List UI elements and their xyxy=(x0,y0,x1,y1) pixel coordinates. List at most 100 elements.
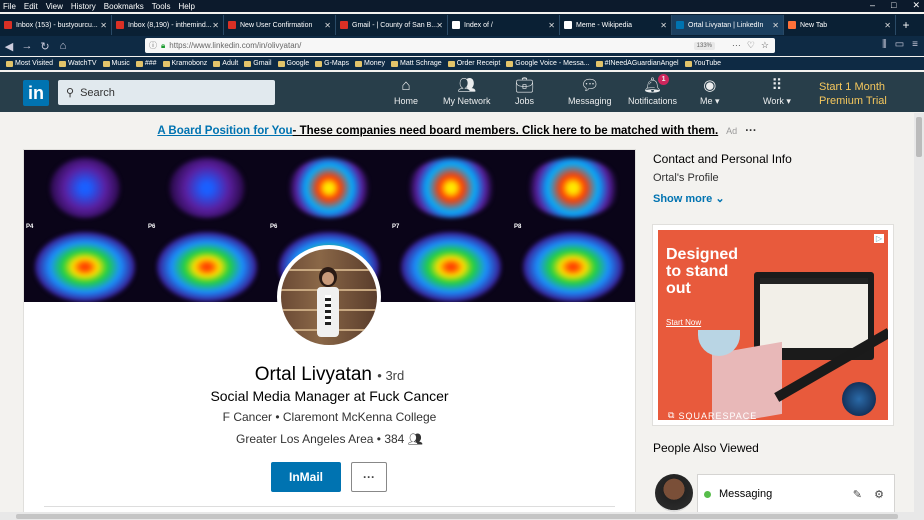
horizontal-scrollbar[interactable] xyxy=(0,512,914,520)
close-tab-icon[interactable]: ✕ xyxy=(324,21,331,30)
bookmark-item[interactable]: Music xyxy=(102,60,130,67)
page-actions-icon[interactable]: ··· xyxy=(732,40,741,51)
menu-file[interactable]: File xyxy=(2,2,17,11)
menu-icon[interactable]: ≡ xyxy=(912,39,918,50)
close-tab-icon[interactable]: ✕ xyxy=(660,21,667,30)
menu-help[interactable]: Help xyxy=(177,2,195,11)
nav-bell[interactable]: 🔔︎ 1 Notifications xyxy=(628,74,677,106)
bookmark-folder-icon xyxy=(244,60,252,67)
ad-more-button[interactable]: ··· xyxy=(745,125,757,137)
bookmark-star-icon[interactable]: ☆ xyxy=(761,40,769,51)
show-more-link[interactable]: Show more ⌄ xyxy=(653,192,893,205)
contact-info-subtitle: Ortal's Profile xyxy=(653,172,719,184)
sidebar-icon[interactable]: ▭ xyxy=(895,39,904,50)
vertical-scrollbar-thumb[interactable] xyxy=(916,117,922,157)
bookmark-folder-icon xyxy=(162,60,170,67)
bookmark-label: Adult xyxy=(222,60,239,67)
tab-label: Inbox (153) - bustyourcu... xyxy=(16,21,98,29)
menu-view[interactable]: View xyxy=(45,2,64,11)
more-actions-button[interactable]: ··· xyxy=(351,462,387,492)
bookmark-label: Matt Schrage xyxy=(400,60,442,67)
profile-photo[interactable] xyxy=(277,245,381,349)
ad-banner-text[interactable]: - These companies need board members. Cl… xyxy=(293,125,719,137)
close-tab-icon[interactable]: ✕ xyxy=(548,21,555,30)
url-bar[interactable]: ⓘ 🔒︎ https://www.linkedin.com/in/olivyat… xyxy=(145,38,775,53)
search-input[interactable]: ⚲ Search xyxy=(58,80,275,105)
sidebar-ad-card[interactable]: ▷ Designed to stand out Start Now ⧉ SQUAR… xyxy=(653,225,893,425)
nav-home[interactable]: ⌂ Home xyxy=(394,78,418,107)
bookmark-item[interactable]: Order Receipt xyxy=(447,60,500,67)
bookmark-item[interactable]: Gmail xyxy=(244,60,272,67)
adchoices-icon[interactable]: ▷ xyxy=(873,234,884,243)
bookmark-item[interactable]: G-Maps xyxy=(315,60,349,67)
minimize-icon[interactable]: – xyxy=(870,0,875,11)
browser-tab[interactable]: New User Confirmation ✕ xyxy=(224,15,336,35)
compose-icon[interactable]: ✎ xyxy=(853,488,862,501)
library-icon[interactable]: ⫼ xyxy=(882,39,887,50)
ad-banner-link[interactable]: A Board Position for You xyxy=(157,125,292,137)
scan-label: P6 xyxy=(270,224,278,230)
tab-favicon-icon xyxy=(452,21,460,29)
bookmark-item[interactable]: Money xyxy=(355,60,385,67)
menu-history[interactable]: History xyxy=(70,2,97,11)
nav-avatar[interactable]: ◉ Me ▾ xyxy=(700,78,720,107)
people-also-viewed-avatar[interactable] xyxy=(655,474,693,512)
browser-tab[interactable]: Ortal Livyatan | LinkedIn ✕ xyxy=(672,15,784,35)
profile-company-school[interactable]: F Cancer • Claremont McKenna College xyxy=(24,410,635,424)
pocket-icon[interactable]: ♡ xyxy=(747,40,755,51)
messaging-bar[interactable]: Messaging ✎ ⚙ xyxy=(698,475,894,513)
info-icon[interactable]: ⓘ xyxy=(149,40,157,51)
browser-tab[interactable]: Index of / ✕ xyxy=(448,15,560,35)
menu-edit[interactable]: Edit xyxy=(23,2,39,11)
maximize-icon[interactable]: □ xyxy=(891,0,896,11)
browser-tab[interactable]: Inbox (153) - bustyourcu... ✕ xyxy=(0,15,112,35)
lock-icon: 🔒︎ xyxy=(161,40,166,50)
bookmark-item[interactable]: Google xyxy=(277,60,309,67)
nav-briefcase[interactable]: 💼︎ Jobs xyxy=(515,78,534,107)
forward-icon[interactable]: → xyxy=(18,40,36,52)
bookmark-folder-icon xyxy=(102,60,110,67)
settings-gear-icon[interactable]: ⚙ xyxy=(874,488,884,501)
nav-messaging[interactable]: 💬︎ Messaging xyxy=(568,78,612,107)
zoom-indicator[interactable]: 133% xyxy=(693,41,715,50)
bookmark-item[interactable]: ### xyxy=(135,60,157,67)
close-tab-icon[interactable]: ✕ xyxy=(772,21,779,30)
tab-label: Inbox (8,190) - inthemind... xyxy=(128,21,212,29)
premium-trial-link[interactable]: Start 1 Month Premium Trial xyxy=(819,80,887,108)
bookmark-item[interactable]: Adult xyxy=(213,60,238,67)
inmail-button[interactable]: InMail xyxy=(271,462,341,492)
close-tab-icon[interactable]: ✕ xyxy=(212,21,219,30)
linkedin-logo[interactable]: in xyxy=(23,80,49,106)
bookmark-item[interactable]: #INeedAGuardianAngel xyxy=(595,60,679,67)
close-tab-icon[interactable]: ✕ xyxy=(884,21,891,30)
browser-tab[interactable]: Inbox (8,190) - inthemind... ✕ xyxy=(112,15,224,35)
close-tab-icon[interactable]: ✕ xyxy=(436,21,443,30)
bookmark-folder-icon xyxy=(213,60,221,67)
horizontal-scrollbar-thumb[interactable] xyxy=(16,514,898,519)
browser-tab[interactable]: Gmail - | County of San B... ✕ xyxy=(336,15,448,35)
squarespace-ad-image[interactable]: ▷ Designed to stand out Start Now ⧉ SQUAR… xyxy=(658,230,888,420)
back-icon[interactable]: ◀ xyxy=(0,40,18,53)
bookmark-item[interactable]: YouTube xyxy=(684,60,721,67)
reload-icon[interactable]: ↻ xyxy=(36,40,54,53)
nav-network[interactable]: 👥︎ My Network xyxy=(443,78,491,107)
close-window-icon[interactable]: ✕ xyxy=(912,0,920,11)
menu-bookmarks[interactable]: Bookmarks xyxy=(103,2,145,11)
nav-grid[interactable]: ⠿ Work ▾ xyxy=(763,78,791,107)
vertical-scrollbar[interactable] xyxy=(914,113,924,520)
close-tab-icon[interactable]: ✕ xyxy=(100,21,107,30)
home-icon[interactable]: ⌂ xyxy=(54,40,72,52)
browser-tab[interactable]: New Tab ✕ xyxy=(784,15,896,35)
bookmark-item[interactable]: Most Visited xyxy=(6,60,53,67)
tab-favicon-icon xyxy=(116,21,124,29)
bookmark-item[interactable]: WatchTV xyxy=(59,60,97,67)
bookmark-item[interactable]: Google Voice - Messa... xyxy=(506,60,590,67)
tab-label: Ortal Livyatan | LinkedIn xyxy=(688,21,764,29)
bookmark-item[interactable]: Kramobonz xyxy=(162,60,207,67)
ad-cta[interactable]: Start Now xyxy=(666,318,701,327)
browser-tab[interactable]: Meme - Wikipedia ✕ xyxy=(560,15,672,35)
new-tab-button[interactable]: + xyxy=(896,18,916,32)
bookmark-item[interactable]: Matt Schrage xyxy=(391,60,442,67)
contact-info-title[interactable]: Contact and Personal Info xyxy=(653,152,893,166)
menu-tools[interactable]: Tools xyxy=(151,2,172,11)
